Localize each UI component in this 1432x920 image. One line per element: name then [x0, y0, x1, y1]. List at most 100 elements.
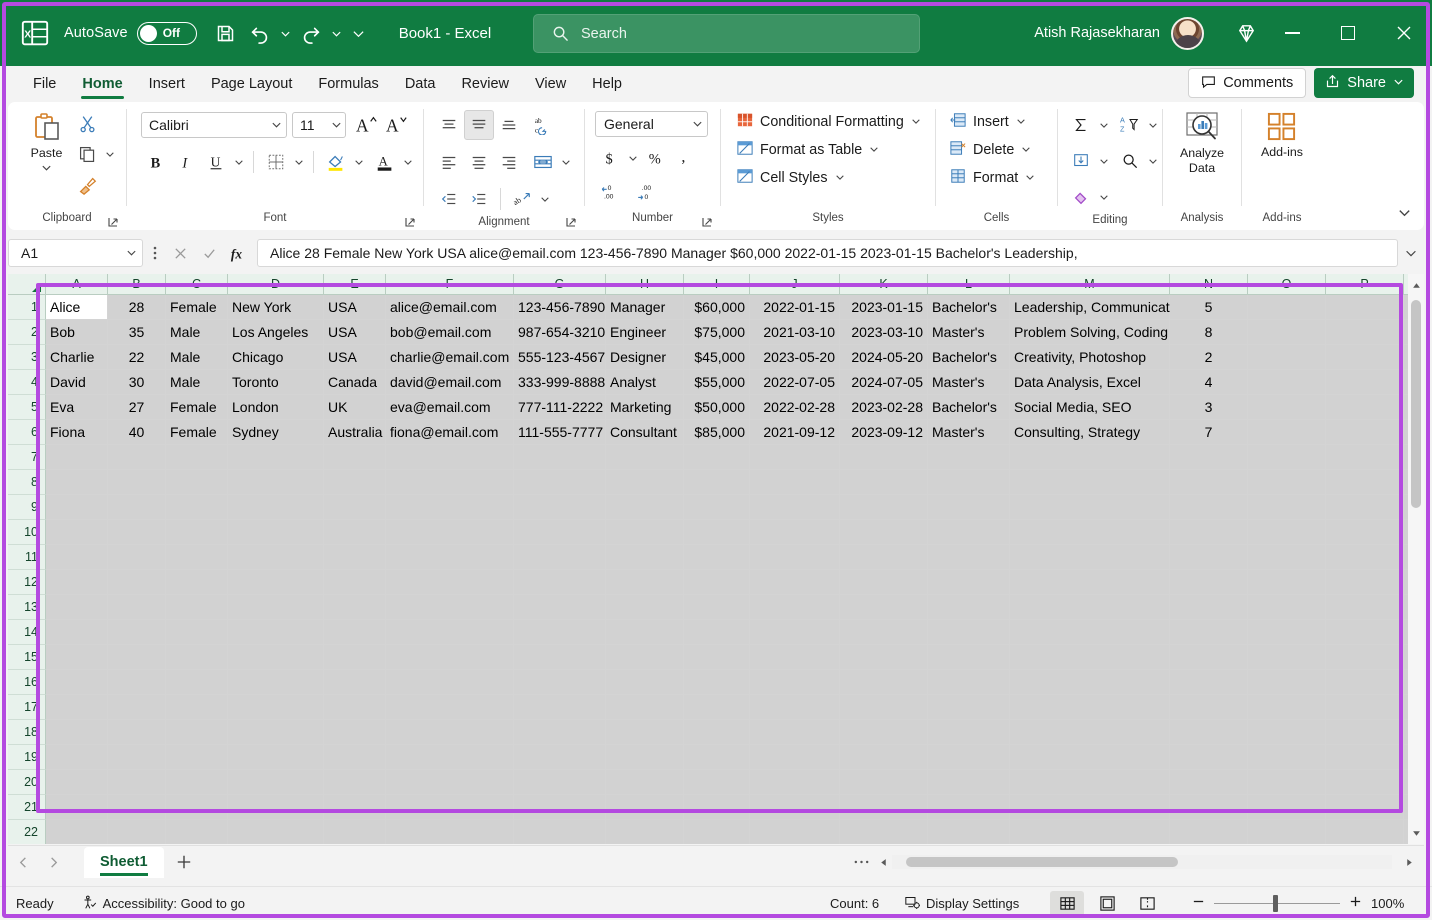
cell-G8[interactable] — [514, 470, 606, 495]
merge-and-center-button[interactable] — [528, 147, 558, 177]
row-header-10[interactable]: 10 — [8, 520, 46, 545]
cell-G6[interactable]: 111-555-7777 — [514, 420, 606, 445]
borders-dropdown-icon[interactable] — [291, 149, 306, 175]
cell-J3[interactable]: 2023-05-20 — [750, 345, 840, 370]
cell-A20[interactable] — [46, 770, 108, 795]
underline-dropdown-icon[interactable] — [231, 149, 246, 175]
cell-J4[interactable]: 2022-07-05 — [750, 370, 840, 395]
cell-L6[interactable]: Master's — [928, 420, 1010, 445]
cell-L8[interactable] — [928, 470, 1010, 495]
cell-C8[interactable] — [166, 470, 228, 495]
cell-C4[interactable]: Male — [166, 370, 228, 395]
cell-N17[interactable] — [1170, 695, 1248, 720]
cell-B10[interactable] — [108, 520, 166, 545]
comma-style-button[interactable]: , — [670, 143, 700, 173]
cell-G13[interactable] — [514, 595, 606, 620]
cell-C10[interactable] — [166, 520, 228, 545]
cell-P2[interactable] — [1326, 320, 1404, 345]
row-header-5[interactable]: 5 — [8, 395, 46, 420]
tab-file[interactable]: File — [20, 67, 69, 101]
cell-E3[interactable]: USA — [324, 345, 386, 370]
font-name-dropdown-icon[interactable] — [271, 117, 282, 133]
cell-H12[interactable] — [606, 570, 684, 595]
cell-O8[interactable] — [1248, 470, 1326, 495]
analyze-data-button[interactable]: Analyze Data — [1175, 108, 1229, 176]
cell-G11[interactable] — [514, 545, 606, 570]
cell-J7[interactable] — [750, 445, 840, 470]
redo-dropdown-icon[interactable] — [328, 16, 345, 50]
cell-H2[interactable]: Engineer — [606, 320, 684, 345]
cell-C2[interactable]: Male — [166, 320, 228, 345]
previous-sheet-button[interactable] — [8, 848, 38, 876]
cell-P15[interactable] — [1326, 645, 1404, 670]
cell-P6[interactable] — [1326, 420, 1404, 445]
search-box[interactable]: Search — [533, 14, 920, 53]
cell-D20[interactable] — [228, 770, 324, 795]
cell-C22[interactable] — [166, 820, 228, 844]
decrease-decimal-button[interactable]: .00 0 — [631, 177, 667, 207]
cell-O3[interactable] — [1248, 345, 1326, 370]
horizontal-scroll-thumb[interactable] — [906, 857, 1178, 867]
cell-A8[interactable] — [46, 470, 108, 495]
cell-J5[interactable]: 2022-02-28 — [750, 395, 840, 420]
cell-B1[interactable]: 28 — [108, 295, 166, 320]
vertical-scrollbar[interactable] — [1408, 274, 1424, 844]
cell-K14[interactable] — [840, 620, 928, 645]
cell-K20[interactable] — [840, 770, 928, 795]
cell-C11[interactable] — [166, 545, 228, 570]
cell-O15[interactable] — [1248, 645, 1326, 670]
cell-I5[interactable]: $50,000 — [684, 395, 750, 420]
cell-P5[interactable] — [1326, 395, 1404, 420]
cell-I18[interactable] — [684, 720, 750, 745]
font-size-combobox[interactable]: 11 — [292, 112, 346, 138]
cell-H16[interactable] — [606, 670, 684, 695]
cell-I12[interactable] — [684, 570, 750, 595]
share-dropdown-icon[interactable] — [1393, 75, 1404, 91]
cell-I16[interactable] — [684, 670, 750, 695]
cell-O13[interactable] — [1248, 595, 1326, 620]
page-break-preview-button[interactable] — [1130, 891, 1164, 917]
cell-J20[interactable] — [750, 770, 840, 795]
cell-G14[interactable] — [514, 620, 606, 645]
font-name-combobox[interactable]: Calibri — [141, 112, 287, 138]
sort-filter-dropdown-icon[interactable] — [1145, 112, 1160, 138]
cell-L10[interactable] — [928, 520, 1010, 545]
cell-K8[interactable] — [840, 470, 928, 495]
format-cells-button[interactable]: Format — [944, 164, 1041, 192]
insert-cells-button[interactable]: Insert — [944, 108, 1032, 136]
fill-color-button[interactable] — [321, 147, 351, 177]
cell-B19[interactable] — [108, 745, 166, 770]
cell-B17[interactable] — [108, 695, 166, 720]
cell-P8[interactable] — [1326, 470, 1404, 495]
cell-I6[interactable]: $85,000 — [684, 420, 750, 445]
cell-G3[interactable]: 555-123-4567 — [514, 345, 606, 370]
font-size-dropdown-icon[interactable] — [331, 117, 342, 133]
borders-button[interactable] — [261, 147, 291, 177]
cell-F2[interactable]: bob@email.com — [386, 320, 514, 345]
cell-C5[interactable]: Female — [166, 395, 228, 420]
cell-L15[interactable] — [928, 645, 1010, 670]
column-header-D[interactable]: D — [228, 274, 324, 295]
accounting-format-button[interactable]: $ — [595, 143, 625, 173]
cell-I11[interactable] — [684, 545, 750, 570]
cell-E8[interactable] — [324, 470, 386, 495]
cell-B14[interactable] — [108, 620, 166, 645]
cell-C14[interactable] — [166, 620, 228, 645]
cell-K10[interactable] — [840, 520, 928, 545]
cell-L13[interactable] — [928, 595, 1010, 620]
cell-K1[interactable]: 2023-01-15 — [840, 295, 928, 320]
cell-N10[interactable] — [1170, 520, 1248, 545]
cell-A7[interactable] — [46, 445, 108, 470]
cell-K15[interactable] — [840, 645, 928, 670]
scroll-down-icon[interactable] — [1408, 824, 1424, 842]
cell-P20[interactable] — [1326, 770, 1404, 795]
conditional-formatting-button[interactable]: Conditional Formatting — [731, 108, 927, 136]
row-header-13[interactable]: 13 — [8, 595, 46, 620]
cell-O19[interactable] — [1248, 745, 1326, 770]
column-header-A[interactable]: A — [46, 274, 108, 295]
cell-B9[interactable] — [108, 495, 166, 520]
cell-G9[interactable] — [514, 495, 606, 520]
cell-A22[interactable] — [46, 820, 108, 844]
spreadsheet-grid[interactable]: A B C D E F G H I J K L M N O P Q 123456… — [8, 274, 1424, 844]
cell-B20[interactable] — [108, 770, 166, 795]
